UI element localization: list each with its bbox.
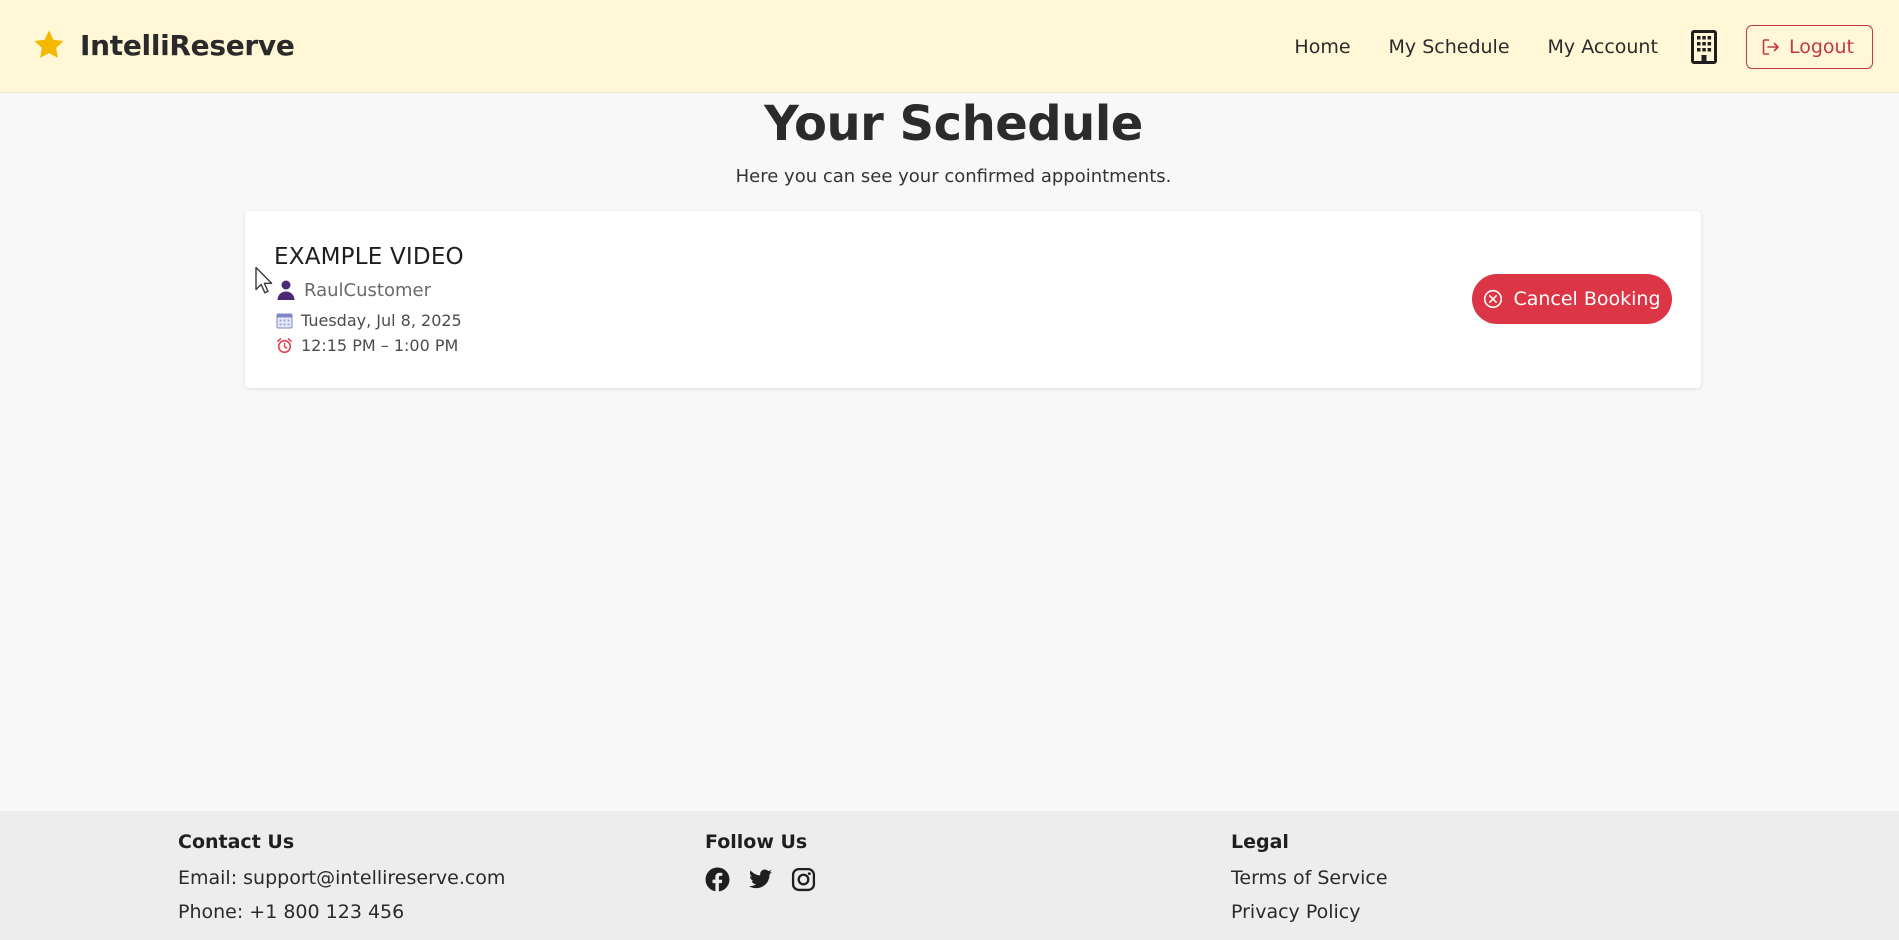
brand[interactable]: IntelliReserve — [32, 28, 295, 62]
terms-of-service-link[interactable]: Terms of Service — [1231, 867, 1388, 889]
booking-title: EXAMPLE VIDEO — [274, 244, 464, 270]
privacy-policy-link[interactable]: Privacy Policy — [1231, 901, 1388, 923]
booking-date: Tuesday, Jul 8, 2025 — [301, 311, 462, 330]
footer-follow-section: Follow Us — [705, 831, 816, 892]
nav-links: Home My Schedule My Account Logout — [1294, 25, 1873, 69]
footer: Contact Us Email: support@intellireserve… — [0, 811, 1899, 940]
booking-date-row: Tuesday, Jul 8, 2025 — [276, 311, 462, 330]
logout-button[interactable]: Logout — [1745, 25, 1873, 69]
logout-label: Logout — [1788, 36, 1854, 58]
booking-customer-row: RaulCustomer — [276, 279, 431, 301]
logout-icon — [1762, 39, 1779, 55]
nav-home-link[interactable]: Home — [1294, 25, 1350, 69]
footer-contact-heading: Contact Us — [178, 831, 295, 853]
booking-card: EXAMPLE VIDEO RaulCustomer Tuesday, Jul … — [245, 211, 1701, 388]
customer-name: RaulCustomer — [304, 279, 431, 301]
nav-my-account-link[interactable]: My Account — [1548, 25, 1658, 69]
footer-legal-section: Legal Terms of Service Privacy Policy — [1231, 831, 1388, 935]
booking-time-row: 12:15 PM – 1:00 PM — [276, 336, 458, 355]
top-navbar: IntelliReserve Home My Schedule My Accou… — [0, 0, 1899, 93]
building-icon[interactable] — [1690, 29, 1718, 65]
star-icon — [34, 30, 64, 58]
footer-legal-heading: Legal — [1231, 831, 1289, 853]
page-subtitle: Here you can see your confirmed appointm… — [735, 166, 1172, 187]
cancel-booking-button[interactable]: Cancel Booking — [1472, 274, 1672, 324]
footer-phone: Phone: +1 800 123 456 — [178, 901, 405, 923]
twitter-icon[interactable] — [748, 867, 773, 892]
nav-my-schedule-link[interactable]: My Schedule — [1389, 25, 1510, 69]
alarm-clock-icon — [277, 338, 292, 354]
user-icon — [277, 280, 295, 300]
cancel-booking-label: Cancel Booking — [1513, 288, 1661, 310]
calendar-icon — [276, 313, 293, 329]
facebook-icon[interactable] — [705, 867, 730, 892]
social-links — [705, 867, 816, 892]
footer-contact-section: Contact Us Email: support@intellireserve… — [178, 831, 505, 935]
page-title: Your Schedule — [764, 96, 1143, 152]
brand-name: IntelliReserve — [80, 28, 295, 62]
instagram-icon[interactable] — [791, 867, 816, 892]
footer-follow-heading: Follow Us — [705, 831, 808, 853]
circle-x-icon — [1484, 289, 1503, 309]
mouse-cursor-icon — [255, 266, 273, 294]
booking-time: 12:15 PM – 1:00 PM — [301, 336, 459, 355]
footer-email: Email: support@intellireserve.com — [178, 867, 506, 889]
